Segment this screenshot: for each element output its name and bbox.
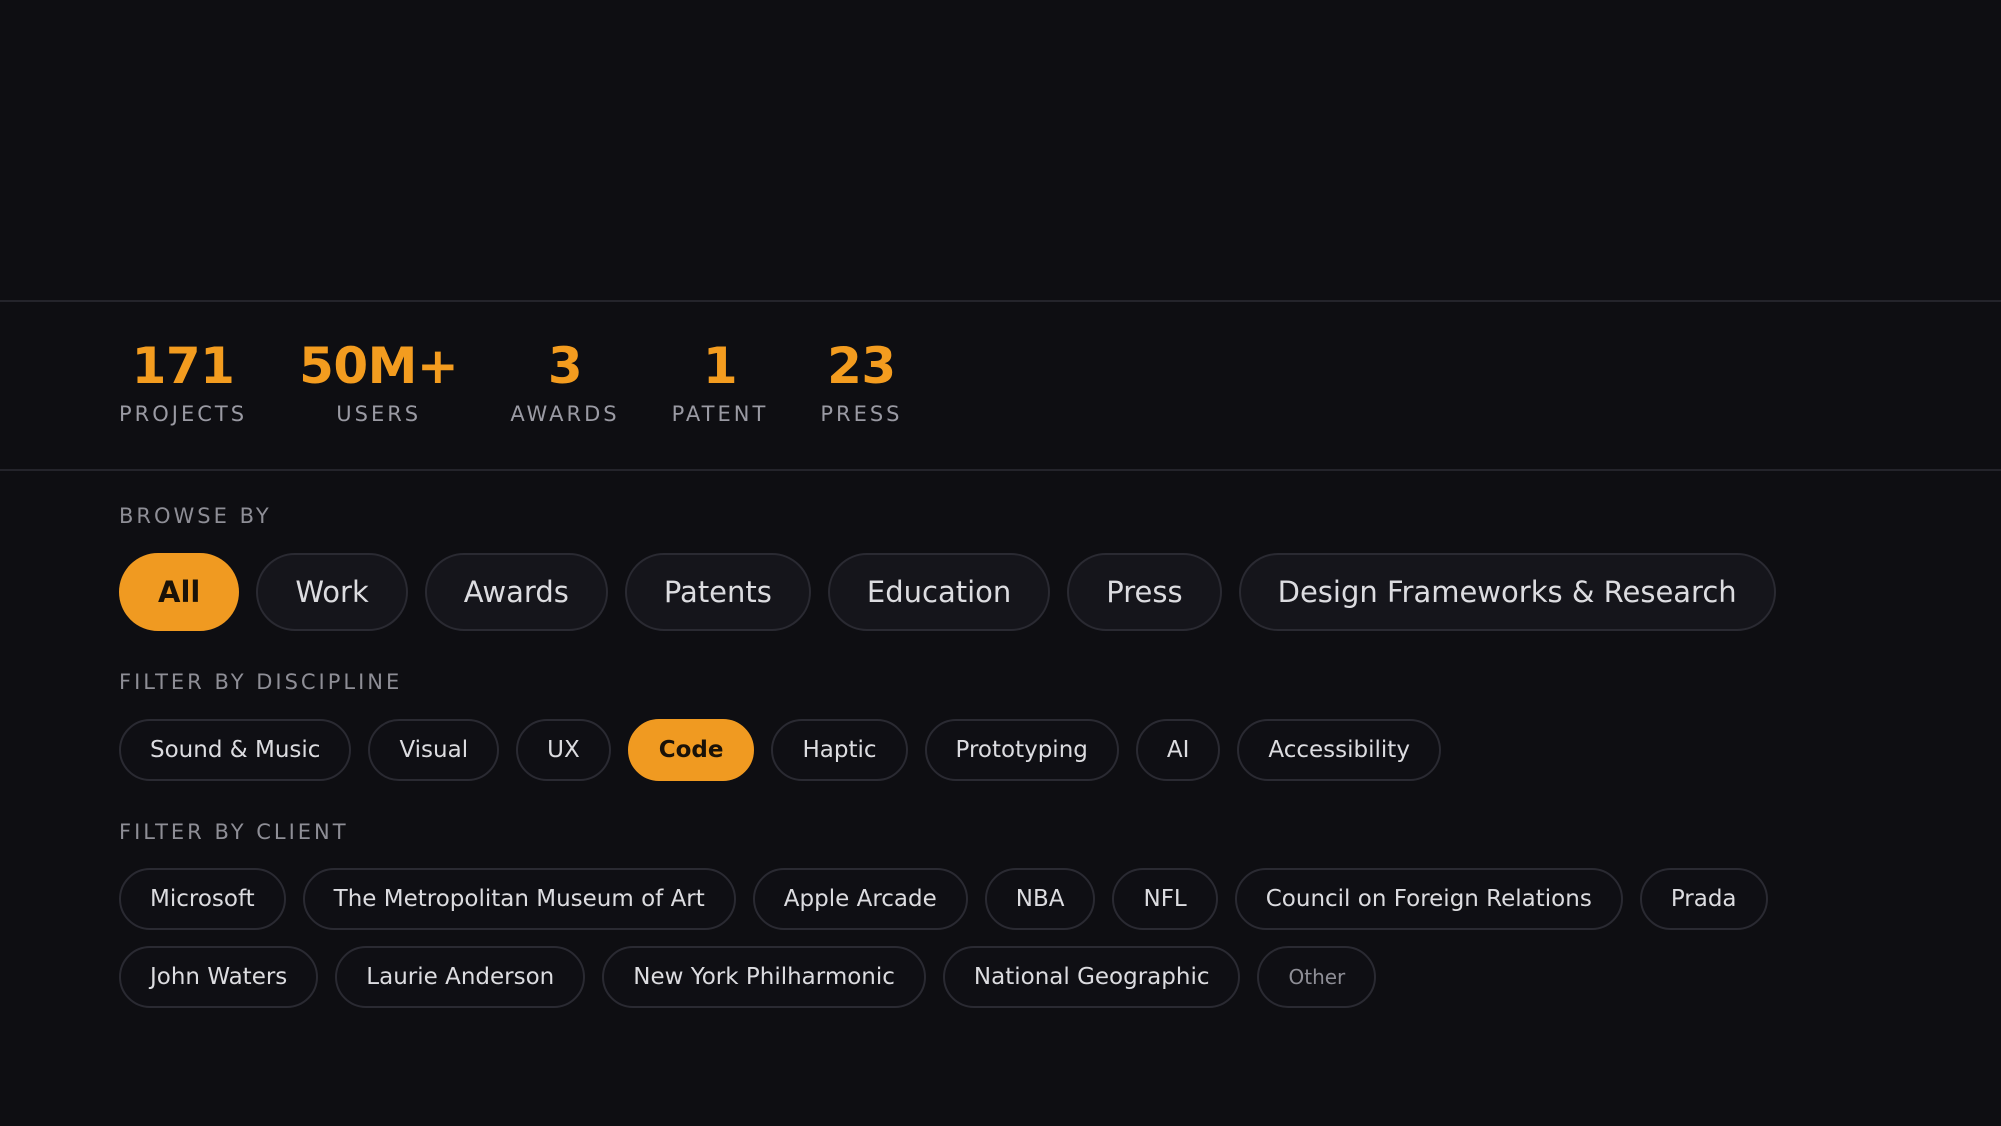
client-chip-met-museum[interactable]: The Metropolitan Museum of Art: [302, 868, 736, 930]
client-chip-prada[interactable]: Prada: [1639, 868, 1768, 930]
client-chip-council-foreign-relations[interactable]: Council on Foreign Relations: [1234, 868, 1623, 930]
stats-bar: 171 PROJECTS 50M+ USERS 3 AWARDS 1 PATEN…: [119, 336, 955, 436]
browse-chip-work[interactable]: Work: [256, 553, 408, 631]
stat-projects: 171 PROJECTS: [119, 336, 247, 436]
discipline-chips: Sound & Music Visual UX Code Haptic Prot…: [119, 719, 1458, 781]
browse-chip-education[interactable]: Education: [827, 553, 1051, 631]
discipline-chip-sound-music[interactable]: Sound & Music: [119, 719, 352, 781]
discipline-chip-ai[interactable]: AI: [1135, 719, 1221, 781]
client-chip-nfl[interactable]: NFL: [1112, 868, 1218, 930]
client-chip-ny-philharmonic[interactable]: New York Philharmonic: [602, 946, 926, 1008]
discipline-chip-visual[interactable]: Visual: [368, 719, 500, 781]
top-divider: [0, 300, 2001, 302]
client-chip-john-waters[interactable]: John Waters: [119, 946, 319, 1008]
stat-value: 23: [827, 337, 896, 395]
stat-users: 50M+ USERS: [299, 336, 459, 436]
stat-value: 3: [547, 337, 583, 395]
client-chip-apple-arcade[interactable]: Apple Arcade: [752, 868, 968, 930]
browse-chip-design-frameworks[interactable]: Design Frameworks & Research: [1238, 553, 1776, 631]
browse-chip-press[interactable]: Press: [1067, 553, 1222, 631]
client-chip-other[interactable]: Other: [1257, 946, 1377, 1008]
client-chip-national-geographic[interactable]: National Geographic: [942, 946, 1241, 1008]
stat-label: PROJECTS: [119, 402, 248, 426]
stat-press: 23 PRESS: [820, 336, 902, 436]
section-divider: [0, 469, 2001, 471]
filter-discipline-label: FILTER BY DISCIPLINE: [119, 670, 403, 694]
browse-chip-awards[interactable]: Awards: [424, 553, 608, 631]
stat-label: USERS: [336, 402, 422, 426]
filter-client-label: FILTER BY CLIENT: [119, 820, 349, 844]
client-chip-laurie-anderson[interactable]: Laurie Anderson: [335, 946, 586, 1008]
stat-value: 1: [702, 337, 738, 395]
stat-label: PRESS: [820, 402, 903, 426]
discipline-chip-prototyping[interactable]: Prototyping: [924, 719, 1119, 781]
browse-chip-all[interactable]: All: [119, 553, 240, 631]
discipline-chip-code[interactable]: Code: [627, 719, 755, 781]
browse-chip-patents[interactable]: Patents: [624, 553, 811, 631]
discipline-chip-ux[interactable]: UX: [516, 719, 611, 781]
stat-patent: 1 PATENT: [672, 336, 769, 436]
stat-value: 171: [131, 337, 235, 395]
browse-by-chips: All Work Awards Patents Education Press …: [119, 553, 1793, 631]
client-chips: Microsoft The Metropolitan Museum of Art…: [119, 868, 1919, 1008]
client-chip-nba[interactable]: NBA: [984, 868, 1096, 930]
stat-label: AWARDS: [510, 402, 620, 426]
discipline-chip-haptic[interactable]: Haptic: [771, 719, 908, 781]
stat-value: 50M+: [299, 337, 459, 395]
stat-label: PATENT: [671, 402, 769, 426]
browse-by-label: BROWSE BY: [119, 504, 272, 528]
stat-awards: 3 AWARDS: [510, 336, 619, 436]
client-chip-microsoft[interactable]: Microsoft: [119, 868, 286, 930]
discipline-chip-accessibility[interactable]: Accessibility: [1237, 719, 1441, 781]
